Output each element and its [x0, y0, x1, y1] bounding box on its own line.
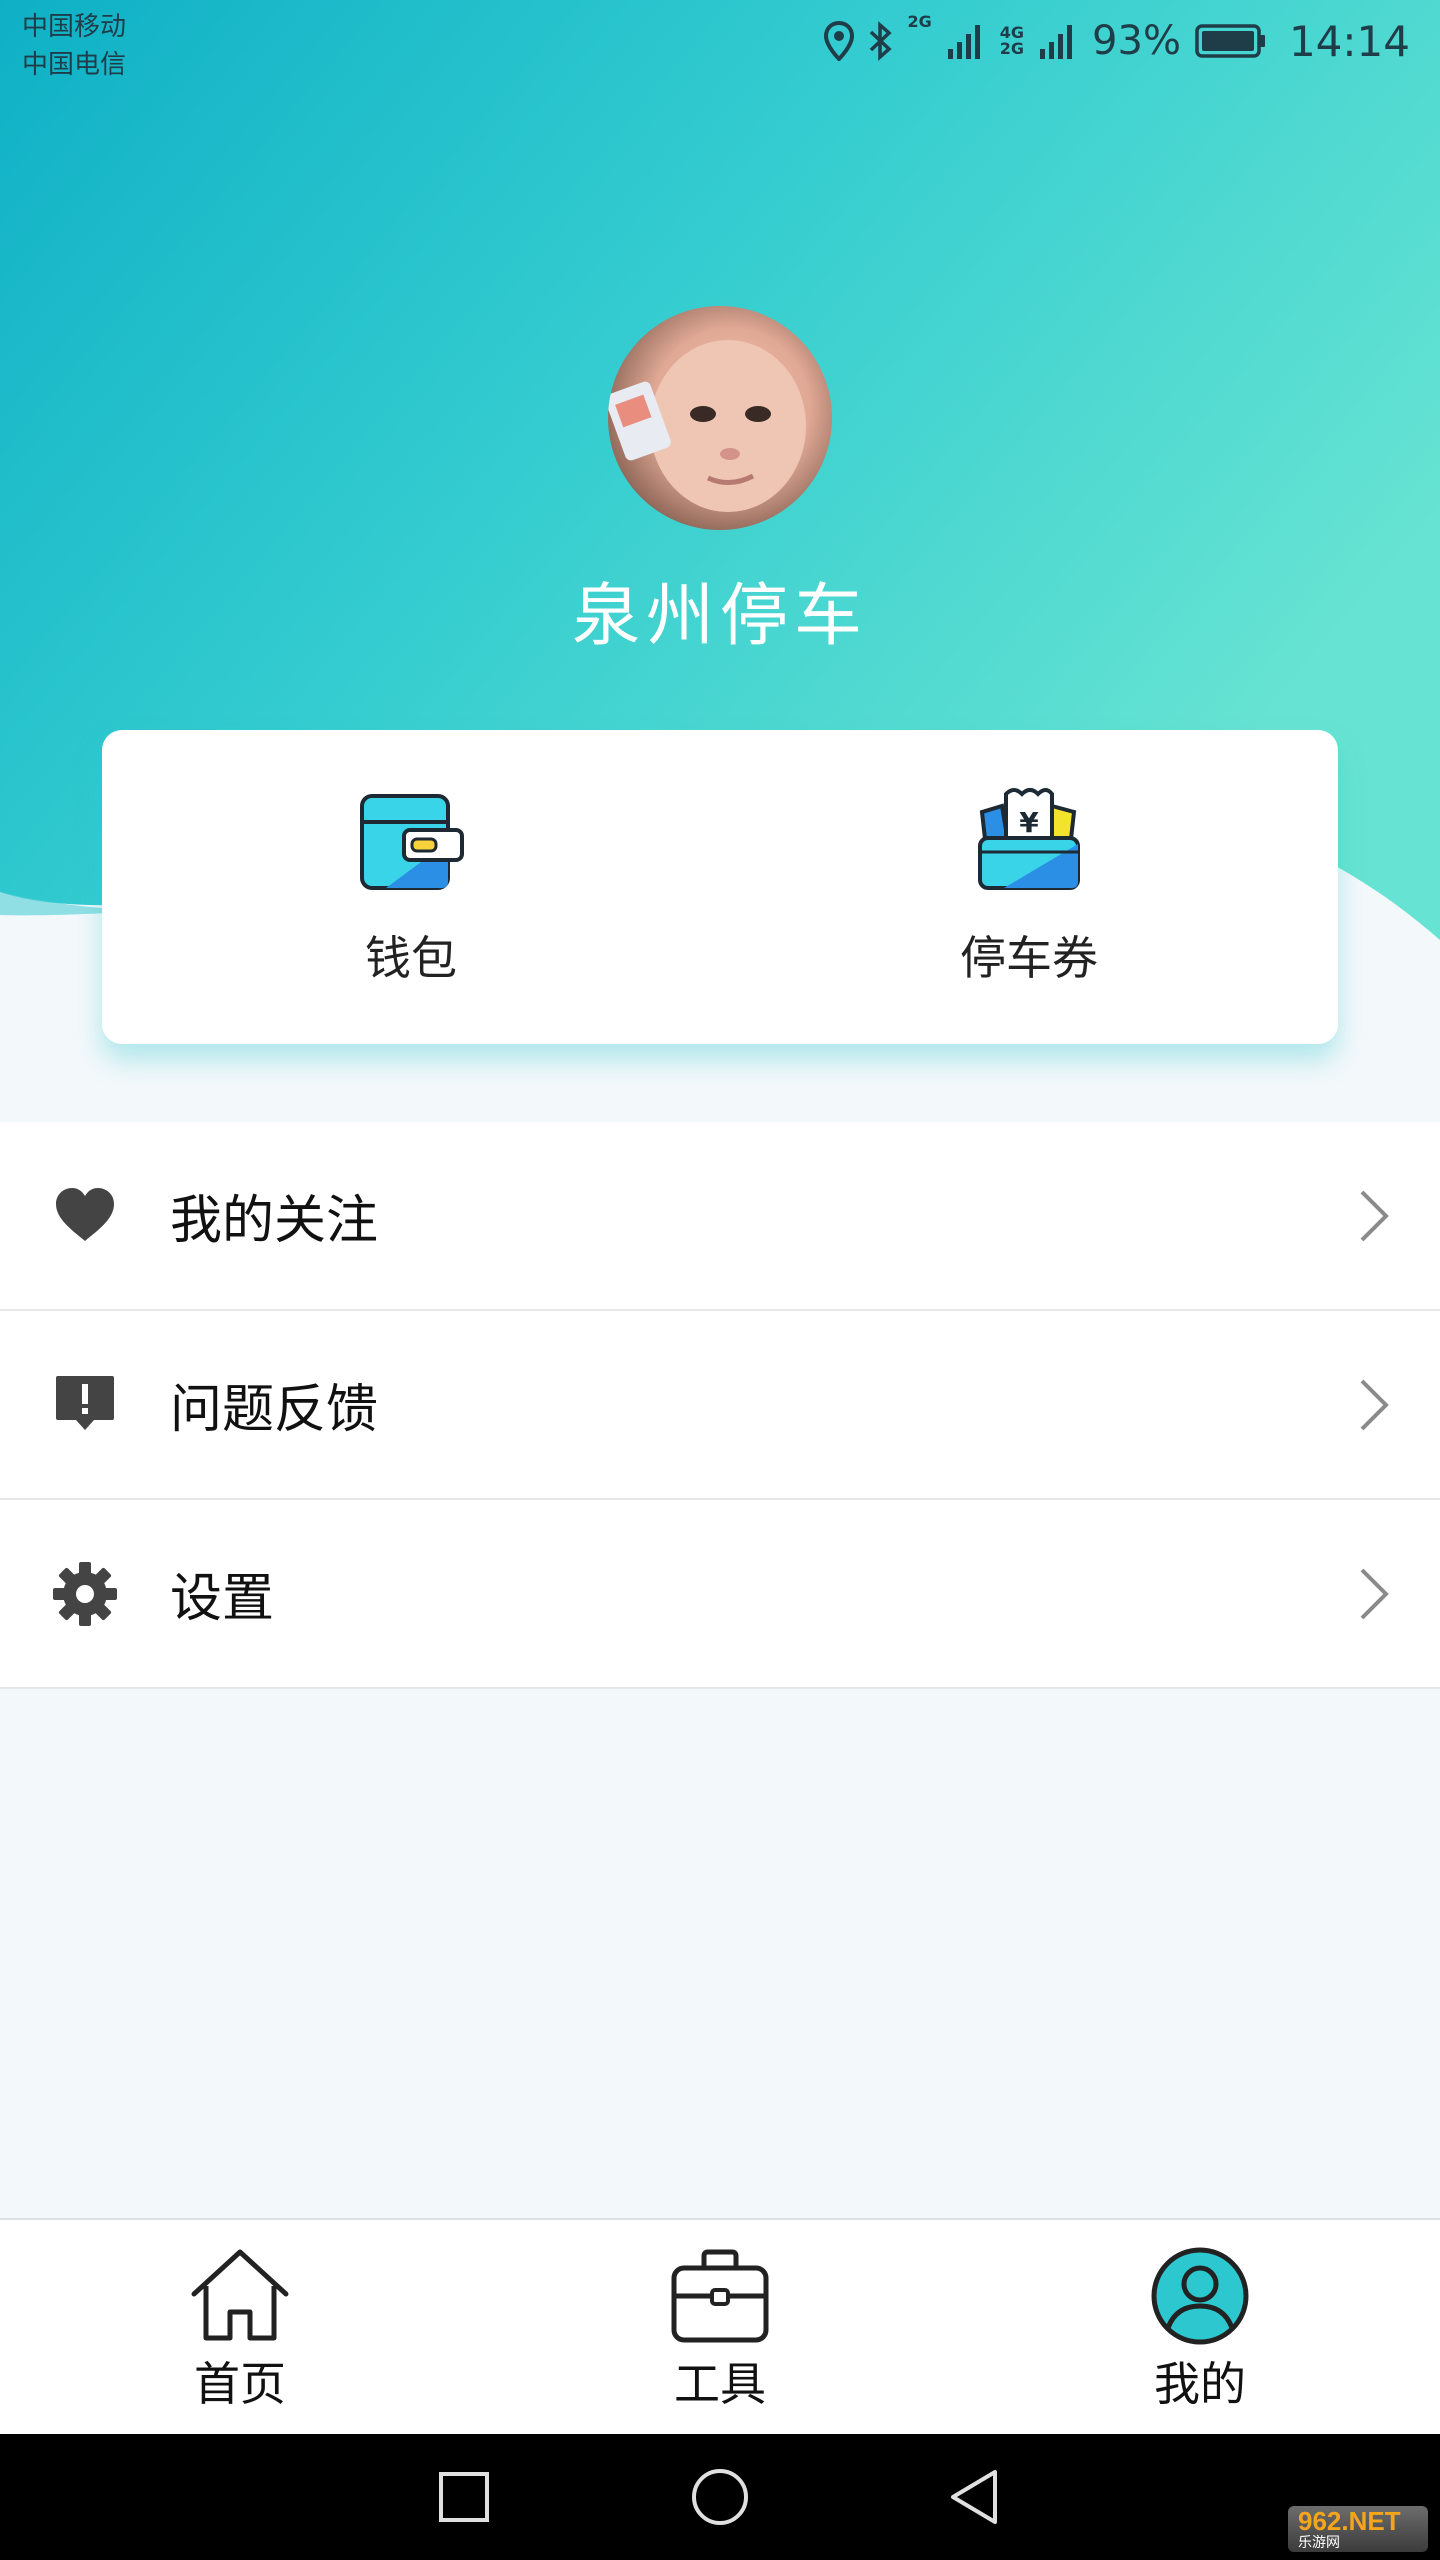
menu-label-feedback: 问题反馈	[170, 1380, 379, 1440]
carrier-info: 中国移动 中国电信	[22, 8, 126, 84]
status-bar: 中国移动 中国电信 2G 4G 2G 93% 14:14	[0, 0, 1440, 80]
parking-coupon-label: 停车券	[960, 931, 1098, 985]
avatar-photo	[608, 340, 806, 512]
watermark-text: 962.NET	[1298, 2506, 1401, 2536]
menu-item-settings[interactable]: 设置	[0, 1500, 1440, 1689]
app-name: 泉州停车	[571, 577, 868, 656]
carrier-2: 中国电信	[22, 50, 127, 80]
wallet-icon	[360, 794, 464, 890]
avatar[interactable]	[608, 306, 832, 530]
carrier-1: 中国移动	[22, 12, 127, 42]
heart-icon	[56, 1187, 114, 1241]
battery-percent: 93%	[1092, 18, 1181, 64]
gear-icon	[53, 1561, 117, 1626]
status-indicators: 2G 4G 2G 93% 14:14	[823, 12, 1410, 68]
nav-tools-label: 工具	[674, 2357, 766, 2411]
home-circle-icon[interactable]	[687, 2464, 753, 2530]
svg-text:¥: ¥	[1019, 806, 1039, 839]
wallet-label: 钱包	[365, 931, 457, 985]
parking-coupon-icon: ¥	[978, 788, 1080, 890]
nav-home[interactable]: 首页	[0, 2220, 480, 2434]
quick-actions-card: 钱包 ¥ 停车券	[102, 730, 1338, 1044]
back-triangle-icon[interactable]	[943, 2464, 1009, 2530]
location-icon	[823, 21, 854, 61]
chevron-right-icon	[1360, 1190, 1389, 1241]
home-icon	[191, 2249, 289, 2341]
nav-profile-label: 我的	[1154, 2357, 1246, 2411]
recent-apps-icon[interactable]	[431, 2464, 497, 2530]
network-type-2: 4G 2G	[999, 23, 1025, 58]
clock: 14:14	[1288, 16, 1410, 66]
watermark-sub: 乐游网	[1298, 2534, 1340, 2550]
feedback-icon	[56, 1375, 114, 1430]
bluetooth-icon	[869, 21, 892, 61]
network-type-1: 2G	[907, 12, 932, 31]
toolbox-icon	[671, 2249, 769, 2343]
battery-icon	[1195, 24, 1265, 58]
menu-item-feedback[interactable]: 问题反馈	[0, 1311, 1440, 1500]
parking-coupon-button[interactable]: ¥ 停车券	[720, 730, 1338, 1044]
watermark-logo: 962.NET 乐游网	[1288, 2506, 1428, 2552]
menu-label-settings: 设置	[170, 1569, 275, 1629]
menu-list: 我的关注 问题反馈 设置	[0, 1122, 1440, 1689]
menu-item-favorites[interactable]: 我的关注	[0, 1122, 1440, 1311]
menu-label-favorites: 我的关注	[170, 1191, 379, 1251]
signal-icon-1	[947, 25, 980, 59]
nav-profile[interactable]: 我的	[960, 2220, 1440, 2434]
nav-tools[interactable]: 工具	[480, 2220, 960, 2434]
wallet-button[interactable]: 钱包	[102, 730, 720, 1044]
chevron-right-icon	[1360, 1379, 1389, 1430]
chevron-right-icon	[1360, 1568, 1389, 1619]
system-nav-bar: 962.NET 乐游网	[0, 2434, 1440, 2560]
nav-home-label: 首页	[194, 2357, 286, 2411]
profile-icon	[1151, 2247, 1249, 2345]
signal-icon-2	[1040, 25, 1073, 59]
bottom-nav: 首页 工具 我的	[0, 2218, 1440, 2434]
